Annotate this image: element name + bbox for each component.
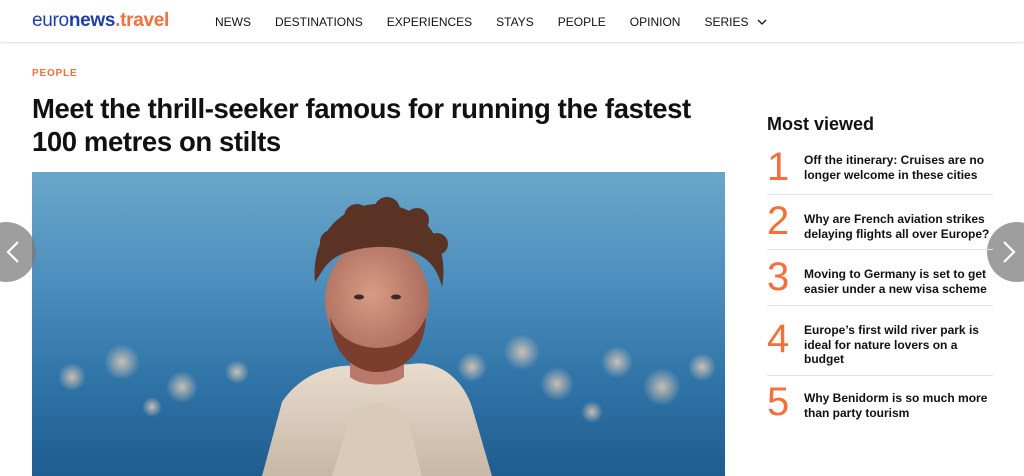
rank-number: 5 xyxy=(767,380,790,424)
euronews-travel-logo[interactable]: euronews.travel xyxy=(32,10,169,32)
nav-series-label: SERIES xyxy=(704,14,749,29)
logo-euro: euro xyxy=(32,10,69,31)
nav-destinations[interactable]: DESTINATIONS xyxy=(275,15,363,29)
rank-number: 2 xyxy=(767,199,790,243)
nav-stays[interactable]: STAYS xyxy=(496,15,534,29)
most-viewed-item[interactable]: 1 Off the itinerary: Cruises are no long… xyxy=(767,145,993,195)
nav-opinion[interactable]: OPINION xyxy=(630,15,681,29)
site-header: euronews.travel NEWS DESTINATIONS EXPERI… xyxy=(0,0,1024,43)
article-headline: Meet the thrill-seeker famous for runnin… xyxy=(32,93,691,157)
most-viewed-item[interactable]: 5 Why Benidorm is so much more than part… xyxy=(767,376,993,426)
rank-number: 4 xyxy=(767,317,790,361)
chevron-right-icon xyxy=(1003,241,1016,263)
hero-photo-portrait xyxy=(58,197,716,476)
chevron-down-icon xyxy=(757,19,767,25)
main-nav: NEWS DESTINATIONS EXPERIENCES STAYS PEOP… xyxy=(215,0,792,43)
most-viewed-link[interactable]: Moving to Germany is set to get easier u… xyxy=(804,250,993,296)
most-viewed-link[interactable]: Off the itinerary: Cruises are no longer… xyxy=(804,145,993,182)
rank-number: 3 xyxy=(767,255,790,299)
hero-image xyxy=(32,172,725,476)
most-viewed-link[interactable]: Why are French aviation strikes delaying… xyxy=(804,195,993,241)
nav-series[interactable]: SERIES xyxy=(704,15,768,29)
nav-news[interactable]: NEWS xyxy=(215,15,251,29)
logo-news: news xyxy=(68,10,116,31)
carousel-prev-button[interactable] xyxy=(0,222,36,282)
article-category[interactable]: PEOPLE xyxy=(32,68,77,79)
most-viewed-item[interactable]: 2 Why are French aviation strikes delayi… xyxy=(767,195,993,250)
nav-experiences[interactable]: EXPERIENCES xyxy=(387,15,472,29)
most-viewed-link[interactable]: Europe’s first wild river park is ideal … xyxy=(804,306,993,367)
most-viewed-item[interactable]: 4 Europe’s first wild river park is idea… xyxy=(767,306,993,376)
most-viewed-item[interactable]: 3 Moving to Germany is set to get easier… xyxy=(767,250,993,306)
rank-number: 1 xyxy=(767,145,790,189)
chevron-left-icon xyxy=(6,241,19,263)
nav-people[interactable]: PEOPLE xyxy=(558,15,606,29)
most-viewed-title: Most viewed xyxy=(767,114,875,134)
most-viewed-list: 1 Off the itinerary: Cruises are no long… xyxy=(767,145,993,426)
logo-travel: .travel xyxy=(115,10,170,31)
most-viewed-link[interactable]: Why Benidorm is so much more than party … xyxy=(804,376,993,420)
